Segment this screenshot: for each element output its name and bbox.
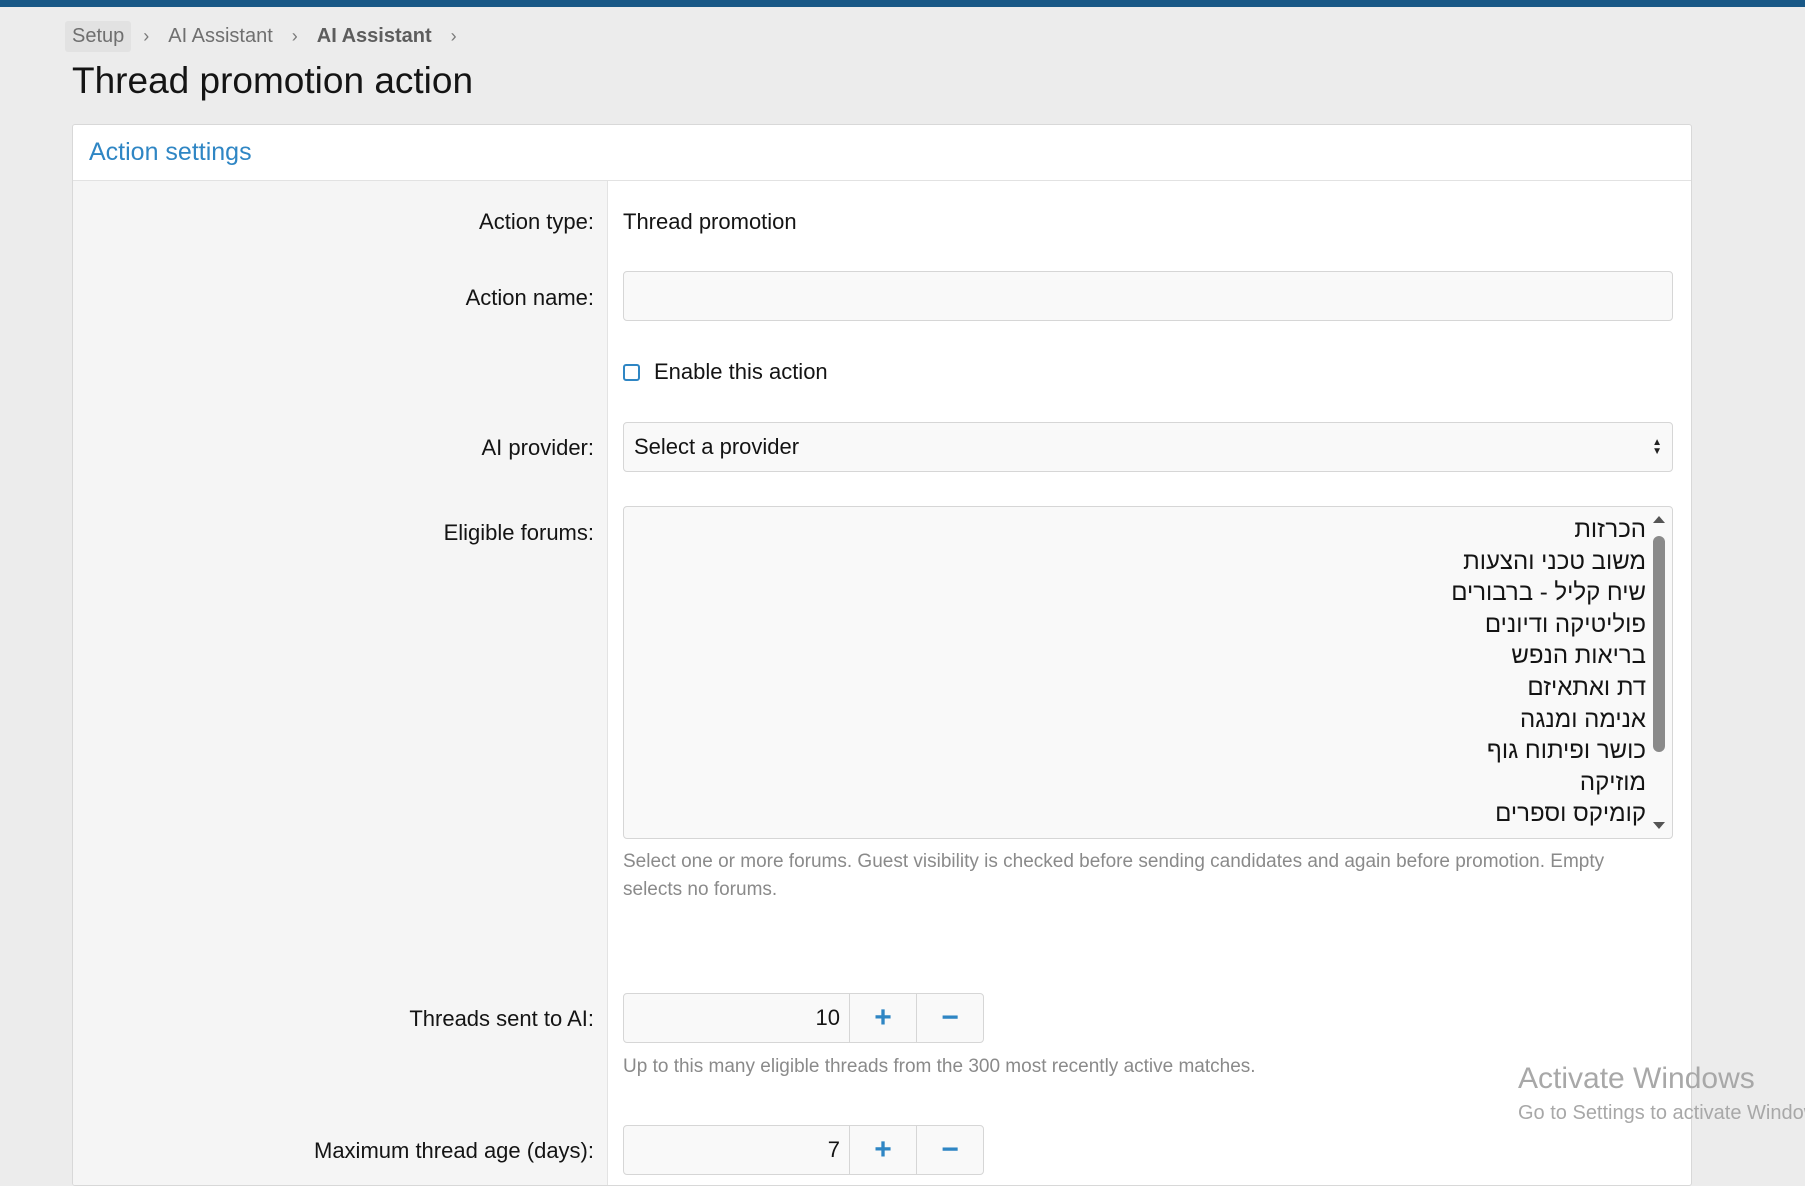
scroll-thumb[interactable] <box>1653 536 1665 752</box>
forum-option[interactable]: קומיקס וספרים <box>624 798 1646 830</box>
forum-option[interactable]: שיח קליל - ברבורים <box>624 577 1646 609</box>
scroll-up-arrow-icon[interactable] <box>1653 516 1665 523</box>
forum-option[interactable]: אנימה ומנגה <box>624 704 1646 736</box>
max-thread-age-input[interactable] <box>624 1126 849 1174</box>
breadcrumb-setup[interactable]: Setup <box>65 20 132 52</box>
watermark-title: Activate Windows <box>1518 1062 1755 1095</box>
breadcrumb: Setup › AI Assistant › AI Assistant › <box>65 20 469 52</box>
scroll-down-arrow-icon[interactable] <box>1653 822 1665 829</box>
enable-action-checkbox[interactable] <box>623 363 640 381</box>
threads-sent-hint: Up to this many eligible threads from th… <box>623 1056 1256 1077</box>
action-name-label: Action name: <box>465 285 594 310</box>
threads-sent-label: Threads sent to AI: <box>409 1006 594 1031</box>
max-thread-age-label: Maximum thread age (days): <box>314 1138 594 1163</box>
forum-list: הכרזות משוב טכני והצעות שיח קליל - ברבור… <box>624 514 1646 830</box>
forum-option[interactable]: מוזיקה <box>624 767 1646 799</box>
eligible-forums-label: Eligible forums: <box>443 520 594 545</box>
action-type-label: Action type: <box>479 209 594 234</box>
forum-option[interactable]: פוליטיקה ודיונים <box>624 609 1646 641</box>
activate-windows-watermark: Activate Windows Go to Settings to activ… <box>1518 1062 1805 1125</box>
chevron-right-icon: › <box>450 25 457 46</box>
threads-sent-stepper: + − <box>623 993 984 1043</box>
chevron-right-icon: › <box>143 25 150 46</box>
action-settings-panel: Action settings Action type: Thread prom… <box>72 124 1692 1186</box>
action-name-input[interactable] <box>623 271 1673 321</box>
enable-action-checkbox-row[interactable]: Enable this action <box>623 359 828 385</box>
forum-option[interactable]: הכרזות <box>624 514 1646 546</box>
forums-hint: Select one or more forums. Guest visibil… <box>623 851 1605 900</box>
watermark-subtitle: Go to Settings to activate Windows. <box>1518 1102 1805 1124</box>
forum-option[interactable]: בריאות הנפש <box>624 640 1646 672</box>
action-type-value: Thread promotion <box>623 209 797 234</box>
ai-provider-select[interactable]: Select a provider ▲ ▼ <box>623 422 1673 472</box>
ai-provider-selected-value: Select a provider <box>634 434 800 459</box>
max-thread-age-increment-button[interactable]: + <box>849 1126 916 1174</box>
panel-title: Action settings <box>73 125 1691 181</box>
threads-sent-increment-button[interactable]: + <box>849 994 916 1042</box>
eligible-forums-listbox[interactable]: הכרזות משוב טכני והצעות שיח קליל - ברבור… <box>623 506 1673 839</box>
select-arrows-icon: ▲ ▼ <box>1652 437 1662 457</box>
forums-scrollbar[interactable] <box>1650 509 1668 836</box>
threads-sent-decrement-button[interactable]: − <box>916 994 983 1042</box>
breadcrumb-ai-assistant[interactable]: AI Assistant <box>161 21 280 52</box>
forum-option[interactable]: משוב טכני והצעות <box>624 546 1646 578</box>
label-column <box>73 181 608 1185</box>
ai-provider-label: AI provider: <box>481 435 595 460</box>
chevron-right-icon: › <box>291 25 298 46</box>
breadcrumb-ai-assistant-current[interactable]: AI Assistant <box>310 21 439 52</box>
forum-option[interactable]: כושר ופיתוח גוף <box>624 735 1646 767</box>
forum-option[interactable]: דת ואתאיזם <box>624 672 1646 704</box>
enable-action-label: Enable this action <box>654 359 828 384</box>
threads-sent-input[interactable] <box>624 994 849 1042</box>
top-bar <box>0 0 1805 7</box>
max-thread-age-decrement-button[interactable]: − <box>916 1126 983 1174</box>
page-title: Thread promotion action <box>72 60 474 101</box>
